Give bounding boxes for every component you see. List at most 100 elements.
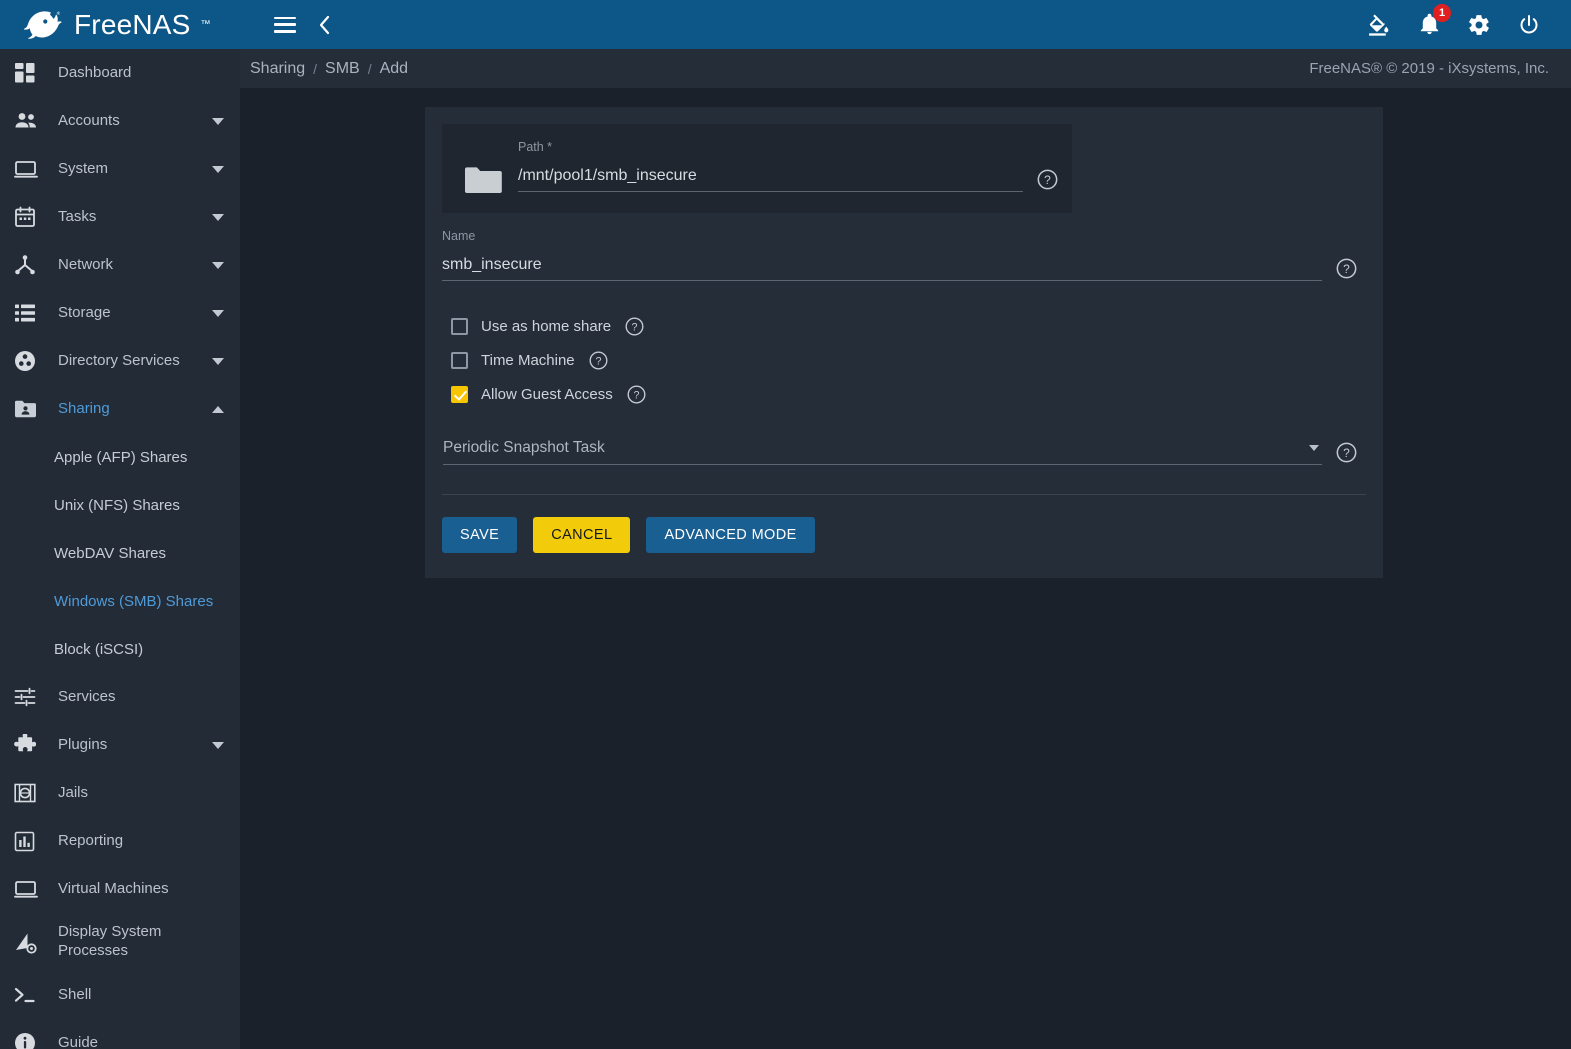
shared-folder-icon [14, 397, 46, 421]
sidebar-item-tasks[interactable]: Tasks [0, 193, 240, 241]
sidebar-item-label: Jails [58, 783, 89, 801]
chevron-down-icon[interactable] [1309, 445, 1319, 451]
sidebar-item-network[interactable]: Network [0, 241, 240, 289]
name-input-wrapper: Name [442, 229, 1322, 281]
use-as-home-share-checkbox[interactable] [451, 317, 468, 335]
freenas-fish-logo-icon: ® [23, 9, 62, 39]
checkbox-label: Allow Guest Access [481, 385, 613, 403]
main-content: Sharing / SMB / Add FreeNAS® © 2019 - iX… [240, 49, 1571, 1049]
sidebar-subitem-label: Apple (AFP) Shares [54, 448, 188, 466]
svg-text:®: ® [57, 9, 61, 15]
sidebar-item-apple-afp-shares[interactable]: Apple (AFP) Shares [0, 433, 240, 481]
svg-text:?: ? [1044, 173, 1051, 187]
sidebar-item-webdav-shares[interactable]: WebDAV Shares [0, 529, 240, 577]
periodic-snapshot-task-select[interactable]: Periodic Snapshot Task [443, 439, 1322, 465]
folder-icon[interactable] [464, 165, 502, 195]
sidebar-item-plugins[interactable]: Plugins [0, 721, 240, 769]
checkbox-label: Use as home share [481, 317, 612, 335]
checkbox-row-allow-guest-access[interactable]: Allow Guest Access ? [451, 377, 1366, 411]
bar-chart-icon [14, 829, 46, 853]
breadcrumb-item-add[interactable]: Add [380, 60, 408, 78]
sidebar-item-dashboard[interactable]: Dashboard [0, 49, 240, 97]
sidebar-navigation: Dashboard Accounts System Tasks Network … [0, 49, 240, 1049]
breadcrumb-item-smb[interactable]: SMB [325, 60, 360, 78]
storage-list-icon [14, 301, 46, 325]
sidebar-item-reporting[interactable]: Reporting [0, 817, 240, 865]
sidebar-item-virtual-machines[interactable]: Virtual Machines [0, 865, 240, 913]
name-field-group: Name ? [442, 229, 1366, 281]
cancel-button[interactable]: CANCEL [533, 517, 631, 553]
hamburger-menu-icon[interactable] [274, 16, 296, 33]
sidebar-item-services[interactable]: Services [0, 673, 240, 721]
help-circle-icon[interactable]: ? [1037, 169, 1058, 190]
sidebar-item-directory-services[interactable]: Directory Services [0, 337, 240, 385]
help-circle-icon[interactable]: ? [625, 317, 644, 336]
brand-logo-area[interactable]: ® FreeNAS ™ [0, 0, 240, 49]
help-circle-icon[interactable]: ? [1336, 442, 1357, 463]
sidebar-item-accounts[interactable]: Accounts [0, 97, 240, 145]
chevron-down-icon[interactable] [212, 309, 224, 317]
sidebar-subitem-label: Windows (SMB) Shares [54, 592, 214, 610]
sidebar-item-label: System [58, 159, 109, 177]
directory-services-icon [14, 349, 46, 373]
sidebar-item-windows-smb-shares[interactable]: Windows (SMB) Shares [0, 577, 240, 625]
puzzle-piece-icon [14, 733, 46, 757]
name-input[interactable] [442, 256, 1322, 281]
sidebar-item-label: Display System Processes [58, 923, 162, 959]
advanced-mode-button[interactable]: ADVANCED MODE [646, 517, 815, 553]
jail-icon [14, 781, 46, 805]
chevron-down-icon[interactable] [212, 357, 224, 365]
power-icon[interactable] [1517, 13, 1541, 37]
chevron-up-icon[interactable] [212, 405, 224, 413]
breadcrumb: Sharing / SMB / Add FreeNAS® © 2019 - iX… [240, 49, 1571, 88]
allow-guest-access-checkbox[interactable] [451, 385, 468, 403]
sidebar-item-sharing[interactable]: Sharing [0, 385, 240, 433]
brand-trademark: ™ [200, 19, 211, 30]
sidebar-item-label: Sharing [58, 399, 110, 417]
network-node-icon [14, 253, 46, 277]
help-circle-icon[interactable]: ? [1336, 258, 1357, 279]
chevron-down-icon[interactable] [212, 213, 224, 221]
calendar-icon [14, 205, 46, 229]
sidebar-item-label: Virtual Machines [58, 879, 169, 897]
bell-icon[interactable]: 1 [1418, 4, 1451, 36]
help-circle-icon[interactable]: ? [589, 351, 608, 370]
svg-text:?: ? [595, 355, 601, 367]
sidebar-item-storage[interactable]: Storage [0, 289, 240, 337]
brand-name: FreeNAS [74, 8, 191, 40]
chevron-down-icon[interactable] [212, 165, 224, 173]
sidebar-subitem-label: Unix (NFS) Shares [54, 496, 180, 514]
periodic-snapshot-task-label: Periodic Snapshot Task [443, 439, 605, 456]
chevron-left-icon[interactable] [318, 15, 330, 35]
breadcrumb-item-sharing[interactable]: Sharing [250, 60, 305, 78]
checkbox-row-use-as-home-share[interactable]: Use as home share ? [451, 309, 1366, 343]
paint-fill-icon[interactable] [1367, 12, 1392, 37]
time-machine-checkbox[interactable] [451, 351, 468, 369]
sidebar-subitem-label: Block (iSCSI) [54, 640, 144, 658]
breadcrumb-separator: / [313, 60, 318, 77]
path-label: Path * [518, 140, 553, 154]
help-circle-icon[interactable]: ? [627, 385, 646, 404]
topbar-left-controls [240, 15, 330, 35]
checkbox-row-time-machine[interactable]: Time Machine ? [451, 343, 1366, 377]
sidebar-item-guide[interactable]: Guide [0, 1019, 240, 1049]
sidebar-item-jails[interactable]: Jails [0, 769, 240, 817]
chevron-down-icon[interactable] [212, 741, 224, 749]
monitor-icon [14, 877, 46, 901]
chevron-down-icon[interactable] [212, 117, 224, 125]
sidebar-item-unix-nfs-shares[interactable]: Unix (NFS) Shares [0, 481, 240, 529]
sidebar-item-system[interactable]: System [0, 145, 240, 193]
smb-share-form-card: Path * ? Name ? [425, 107, 1383, 578]
save-button[interactable]: SAVE [442, 517, 518, 553]
path-input[interactable] [518, 167, 1023, 192]
sidebar-item-block-iscsi[interactable]: Block (iSCSI) [0, 625, 240, 673]
sidebar-item-label: Dashboard [58, 63, 132, 81]
sidebar-item-display-system-processes[interactable]: Display System Processes [0, 913, 240, 971]
path-field-group: Path * ? [442, 124, 1072, 213]
gear-icon[interactable] [1467, 13, 1491, 37]
chevron-down-icon[interactable] [212, 261, 224, 269]
sidebar-item-shell[interactable]: Shell [0, 971, 240, 1019]
checkbox-group: Use as home share ? Time Machine ? Allow… [451, 309, 1366, 411]
sidebar-item-label: Storage [58, 303, 111, 321]
svg-text:?: ? [1343, 262, 1350, 276]
